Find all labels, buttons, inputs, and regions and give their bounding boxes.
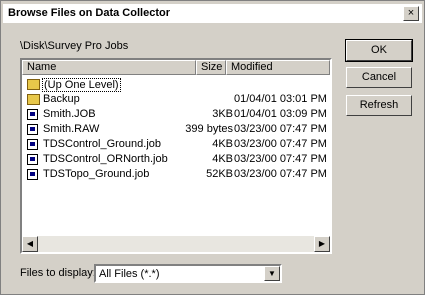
- folder-icon: [27, 94, 40, 105]
- list-item[interactable]: Smith.JOB 3KB 01/04/01 03:09 PM: [25, 107, 327, 122]
- close-button[interactable]: ×: [403, 6, 419, 21]
- cancel-button[interactable]: Cancel: [346, 67, 412, 88]
- browse-files-dialog: Browse Files on Data Collector × \Disk\S…: [0, 0, 425, 295]
- file-icon: [27, 154, 38, 165]
- file-modified: 03/23/00 07:47 PM: [234, 123, 327, 135]
- file-icon: [27, 169, 38, 180]
- column-header-name[interactable]: Name: [22, 60, 196, 75]
- file-type-select[interactable]: All Files (*.*) ▼: [94, 264, 282, 283]
- file-size: 399 bytes: [185, 123, 233, 135]
- ok-button[interactable]: OK: [345, 39, 413, 62]
- file-name: (Up One Level): [42, 78, 121, 92]
- list-item[interactable]: TDSControl_Ground.job 4KB 03/23/00 07:47…: [25, 137, 327, 152]
- refresh-button[interactable]: Refresh: [346, 95, 412, 116]
- file-name: Backup: [43, 93, 80, 105]
- file-icon: [27, 139, 38, 150]
- file-modified: 01/04/01 03:09 PM: [234, 108, 327, 120]
- file-type-value: All Files (*.*): [99, 268, 160, 280]
- column-header-modified[interactable]: Modified: [226, 60, 330, 75]
- file-modified: 03/23/00 07:47 PM: [234, 138, 327, 150]
- horizontal-scrollbar[interactable]: ◀ ▶: [22, 236, 330, 252]
- file-size: 4KB: [212, 138, 233, 150]
- list-item[interactable]: TDSTopo_Ground.job 52KB 03/23/00 07:47 P…: [25, 167, 327, 182]
- file-size: 4KB: [212, 153, 233, 165]
- file-rows: (Up One Level) Backup 01/04/01 03:01 PM …: [25, 77, 327, 182]
- scroll-right-icon[interactable]: ▶: [314, 236, 330, 252]
- file-modified: 01/04/01 03:01 PM: [234, 93, 327, 105]
- file-name: TDSTopo_Ground.job: [43, 168, 150, 180]
- file-list[interactable]: Name Size Modified (Up One Level) Backup…: [20, 58, 332, 254]
- file-icon: [27, 124, 38, 135]
- list-item[interactable]: Backup 01/04/01 03:01 PM: [25, 92, 327, 107]
- title-bar: Browse Files on Data Collector ×: [3, 4, 422, 23]
- chevron-down-icon[interactable]: ▼: [264, 266, 280, 281]
- file-icon: [27, 109, 38, 120]
- scroll-left-icon[interactable]: ◀: [22, 236, 38, 252]
- file-size: 52KB: [206, 168, 233, 180]
- file-name: Smith.JOB: [43, 108, 96, 120]
- file-size: 3KB: [212, 108, 233, 120]
- up-folder-icon: [27, 79, 40, 90]
- file-modified: 03/23/00 07:47 PM: [234, 153, 327, 165]
- file-modified: 03/23/00 07:47 PM: [234, 168, 327, 180]
- list-item[interactable]: Smith.RAW 399 bytes 03/23/00 07:47 PM: [25, 122, 327, 137]
- file-name: Smith.RAW: [43, 123, 100, 135]
- file-name: TDSControl_Ground.job: [43, 138, 162, 150]
- list-item[interactable]: TDSControl_ORNorth.job 4KB 03/23/00 07:4…: [25, 152, 327, 167]
- column-header-size[interactable]: Size: [196, 60, 226, 75]
- files-to-display-label: Files to display:: [20, 267, 96, 279]
- file-name: TDSControl_ORNorth.job: [43, 153, 168, 165]
- current-path: \Disk\Survey Pro Jobs: [20, 40, 129, 52]
- list-item[interactable]: (Up One Level): [25, 77, 327, 92]
- dialog-title: Browse Files on Data Collector: [8, 7, 170, 19]
